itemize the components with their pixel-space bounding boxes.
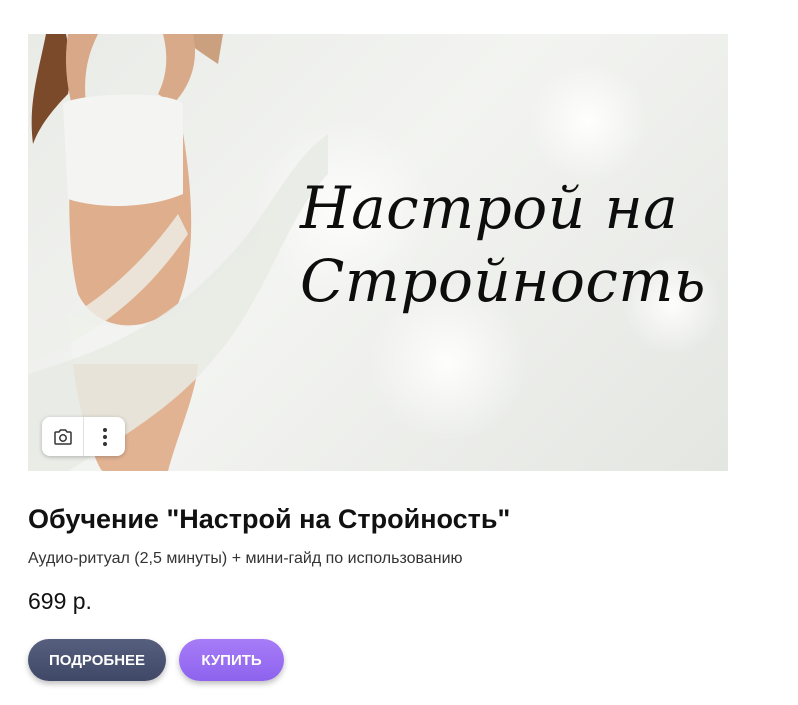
image-tools (42, 417, 125, 456)
more-vertical-icon (102, 427, 107, 446)
camera-search-icon (53, 428, 72, 445)
model-photo (28, 34, 328, 471)
buy-button[interactable]: КУПИТЬ (179, 639, 284, 681)
product-price: 699 р. (28, 588, 92, 614)
action-buttons: ПОДРОБНЕЕ КУПИТЬ (28, 639, 728, 681)
product-title: Обучение "Настрой на Стройность" (28, 504, 511, 534)
banner-title: Настрой на Стройность (300, 174, 706, 316)
more-details-button[interactable]: ПОДРОБНЕЕ (28, 639, 166, 681)
more-options-button[interactable] (84, 417, 125, 456)
lens-button[interactable] (42, 417, 83, 456)
product-image[interactable]: Настрой на Стройность (28, 34, 728, 471)
product-description: Аудио-ритуал (2,5 минуты) + мини-гайд по… (28, 550, 463, 567)
product-card: Настрой на Стройность Обучение "Настрой … (28, 34, 728, 681)
